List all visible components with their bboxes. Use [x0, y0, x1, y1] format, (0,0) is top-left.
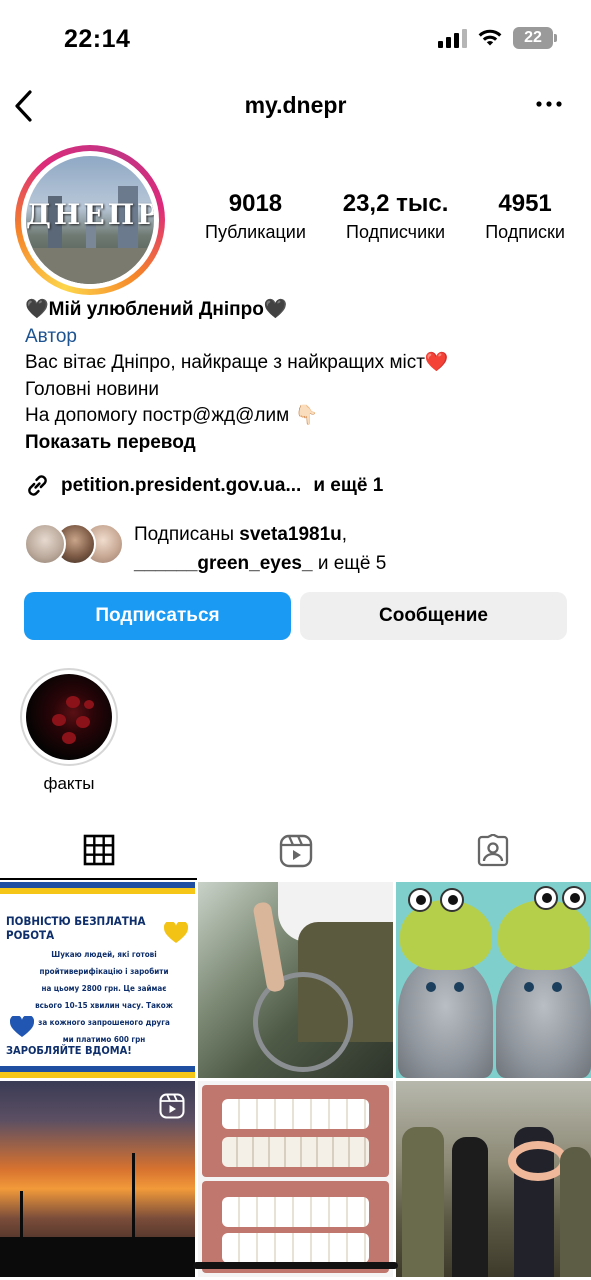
reels-icon	[159, 1093, 185, 1119]
heart-icon	[164, 922, 188, 943]
post-thumbnail[interactable]	[198, 882, 393, 1078]
profile-username: my.dnepr	[244, 92, 347, 118]
stat-posts-value: 9018	[228, 190, 283, 217]
stat-posts[interactable]: 9018 Публикации	[205, 190, 306, 243]
followed-sep: ,	[341, 524, 348, 545]
hat-eye	[440, 888, 464, 912]
tab-reels[interactable]	[197, 822, 394, 880]
tab-tagged[interactable]	[394, 822, 591, 880]
stat-following-value: 4951	[498, 190, 552, 217]
avatar: ДНЕПР	[26, 156, 154, 284]
home-indicator	[193, 1262, 398, 1269]
post-ad-footer: ЗАРОБЛЯЙТЕ ВДОМА!	[6, 1044, 132, 1057]
mutual-avatars	[24, 520, 124, 568]
post-thumbnail[interactable]	[396, 1081, 591, 1277]
heart-icon	[10, 1016, 34, 1037]
reels-icon	[279, 834, 312, 868]
avatar	[24, 523, 66, 565]
battery-icon: 22	[513, 27, 557, 49]
followed-suffix: и ещё 5	[312, 553, 387, 574]
show-translation-link[interactable]: Показать перевод	[25, 430, 575, 457]
followed-user-1[interactable]: sveta1981u	[239, 524, 341, 545]
profile-bio: 🖤Мій улюблений Дніпро🖤 Автор Вас вітає Д…	[25, 297, 575, 456]
profile-tabs	[0, 822, 591, 880]
grid-icon	[83, 834, 114, 866]
profile-link[interactable]: petition.president.gov.ua... и ещё 1	[24, 472, 383, 499]
post-thumbnail[interactable]	[396, 882, 591, 1078]
followed-user-2[interactable]: ______green_eyes_	[134, 553, 313, 574]
battery-level: 22	[524, 29, 542, 46]
status-icons: 22	[438, 27, 557, 49]
post-thumbnail[interactable]: ПОВНІСТЮ БЕЗПЛАТНА РОБОТА Шукаю людей, я…	[0, 882, 195, 1078]
highlight-cover	[26, 674, 112, 760]
avatar-city-text: ДНЕПР	[26, 198, 154, 231]
stat-followers-value: 23,2 тыс.	[342, 190, 449, 217]
bio-line: Головні новини	[25, 378, 159, 400]
link-icon	[28, 475, 47, 496]
tagged-icon	[477, 834, 508, 867]
hat-eye	[562, 886, 586, 910]
tab-posts[interactable]	[0, 822, 197, 880]
stat-followers[interactable]: 23,2 тыс. Подписчики	[343, 190, 449, 243]
post-thumbnail[interactable]	[198, 1081, 393, 1277]
bio-line: Вас вітає Дніпро, найкраще з найкращих м…	[25, 352, 449, 373]
profile-avatar-story-ring[interactable]: ДНЕПР	[15, 145, 165, 295]
followed-prefix: Подписаны	[134, 524, 240, 545]
hat-eye	[534, 886, 558, 910]
status-time: 22:14	[64, 25, 131, 53]
follow-button[interactable]: Подписаться	[24, 592, 291, 640]
hat-eye	[408, 888, 432, 912]
posts-grid: ПОВНІСТЮ БЕЗПЛАТНА РОБОТА Шукаю людей, я…	[0, 882, 591, 1277]
wifi-icon	[478, 29, 502, 46]
post-ad-body: Шукаю людей, які готові пройтиверифікаці…	[35, 950, 173, 1044]
ellipsis-icon[interactable]	[535, 94, 563, 114]
bio-line: На допомогу постр@жд@лим 👇🏻	[25, 405, 319, 426]
status-bar: 22:14 22	[0, 0, 591, 78]
highlight-label: факты	[43, 774, 95, 793]
stat-followers-label: Подписчики	[346, 222, 446, 242]
stat-posts-label: Публикации	[205, 222, 306, 242]
profile-display-name: 🖤Мій улюблений Дніпро🖤	[25, 299, 288, 320]
message-button[interactable]: Сообщение	[300, 592, 567, 640]
story-highlight[interactable]: факты	[20, 668, 118, 794]
profile-stats: 9018 Публикации 23,2 тыс. Подписчики 495…	[205, 190, 565, 243]
profile-category: Автор	[25, 325, 77, 347]
profile-link-more: и ещё 1	[313, 474, 384, 496]
profile-header: my.dnepr	[0, 80, 591, 132]
followed-by[interactable]: Подписаны sveta1981u, ______green_eyes_ …	[24, 520, 386, 578]
stat-following-label: Подписки	[485, 222, 565, 242]
post-thumbnail[interactable]	[0, 1081, 195, 1277]
cellular-signal-icon	[438, 28, 467, 48]
followed-by-text: Подписаны sveta1981u, ______green_eyes_ …	[134, 520, 386, 578]
profile-link-url: petition.president.gov.ua...	[61, 474, 302, 496]
stat-following[interactable]: 4951 Подписки	[485, 190, 565, 243]
